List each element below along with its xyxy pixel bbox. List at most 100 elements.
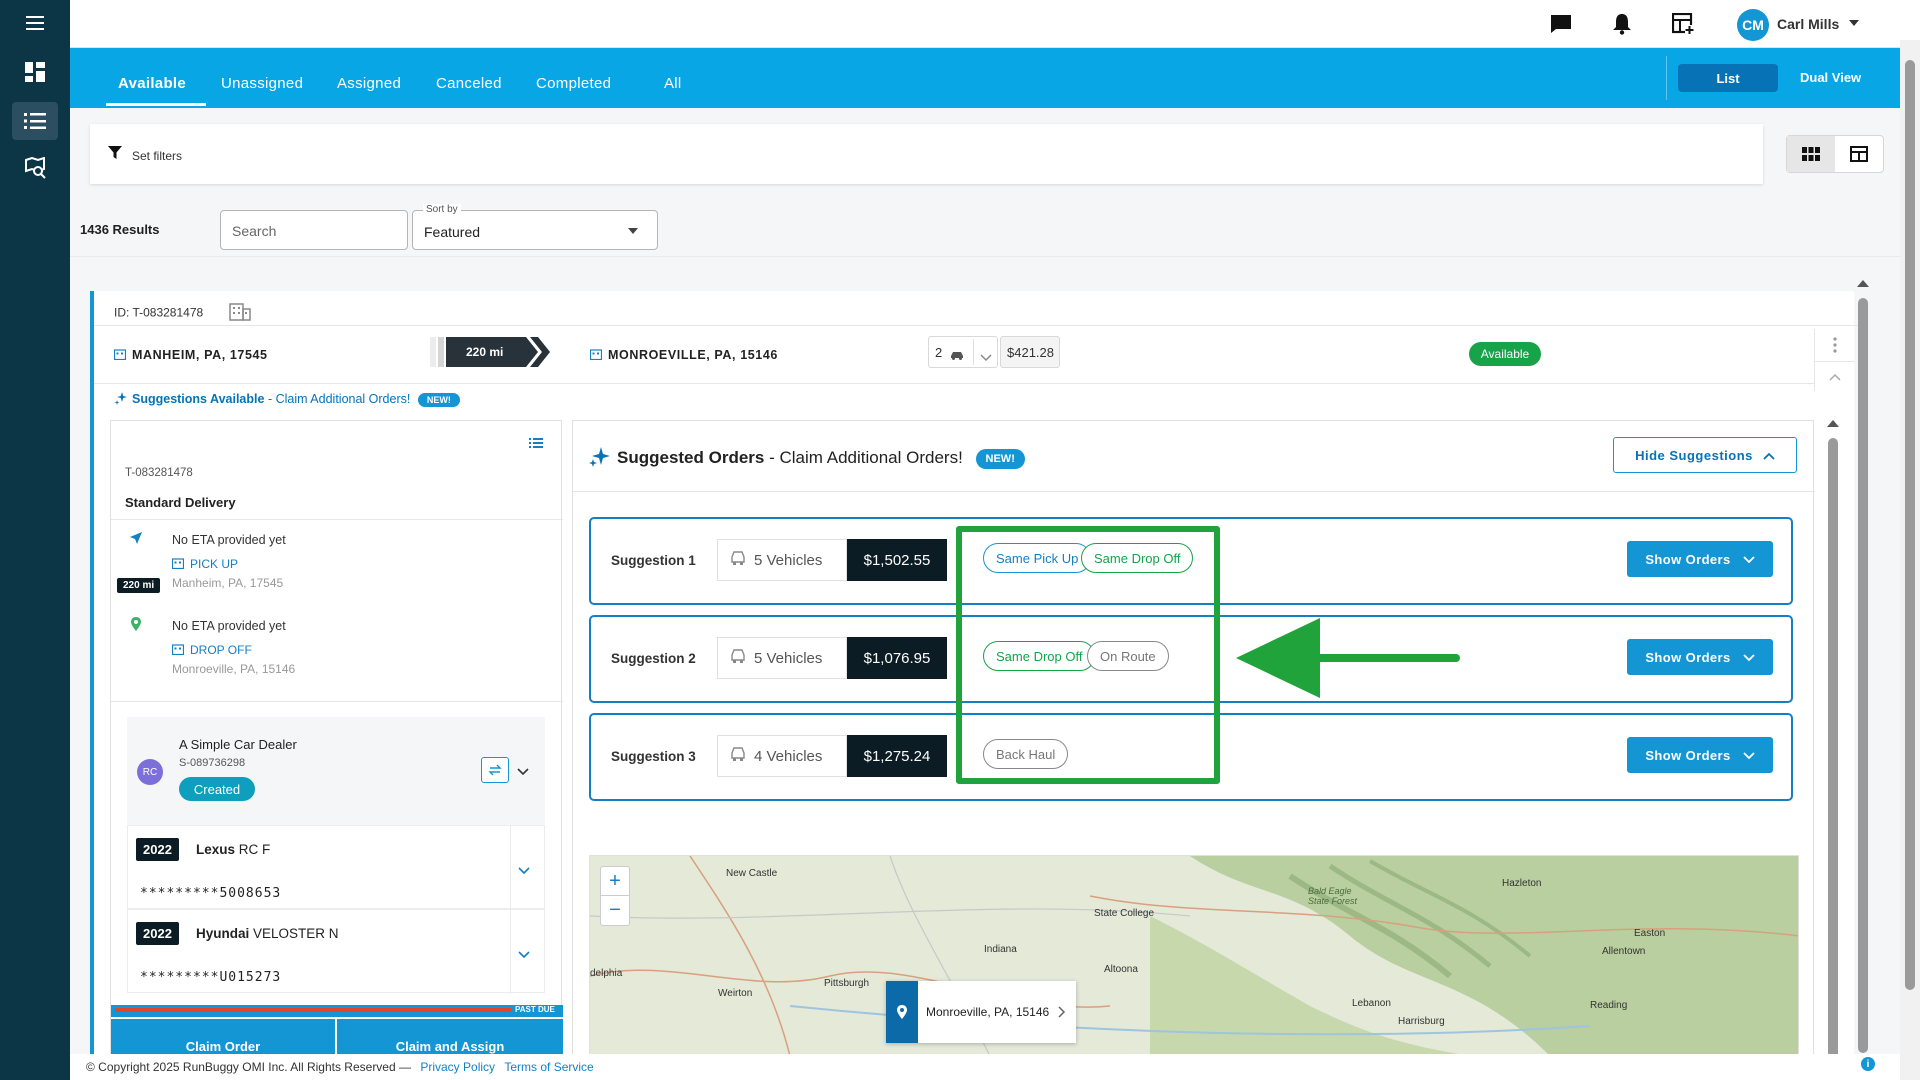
dealer-card: RC A Simple Car Dealer S-089736298 Creat… xyxy=(127,717,545,825)
menu-icon[interactable] xyxy=(12,4,58,42)
copyright-text: © Copyright 2025 RunBuggy OMI Inc. All R… xyxy=(86,1060,411,1074)
new-badge: NEW! xyxy=(975,448,1025,469)
tab-completed[interactable]: Completed xyxy=(536,75,611,92)
show-orders-button[interactable]: Show Orders xyxy=(1627,639,1773,675)
zoom-out-icon[interactable]: − xyxy=(601,896,629,925)
scroll-up-arrow-icon[interactable] xyxy=(1857,280,1869,287)
dashboard-icon[interactable] xyxy=(12,53,58,91)
chevron-down-icon[interactable] xyxy=(518,946,530,964)
dealer-name: A Simple Car Dealer xyxy=(179,737,297,752)
map-label: Reading xyxy=(1590,1000,1628,1011)
vehicle-qty-select[interactable]: 2 xyxy=(928,336,998,368)
pickup-link[interactable]: PICK UP xyxy=(171,557,238,572)
building-icon xyxy=(113,348,127,363)
table-view-icon[interactable] xyxy=(1835,136,1883,172)
navigation-arrow-icon xyxy=(129,531,143,550)
sort-label: Sort by xyxy=(423,204,461,215)
vehicle-count: 4 Vehicles xyxy=(717,735,847,777)
search-input[interactable]: Search xyxy=(220,210,408,250)
vehicle-make-model: Hyundai VELOSTER N xyxy=(196,926,339,941)
map-label: Harrisburg xyxy=(1398,1016,1445,1027)
vehicle-item[interactable]: 2022 Hyundai VELOSTER N *********U015273 xyxy=(127,909,545,994)
user-avatar[interactable]: CM xyxy=(1737,9,1769,41)
order-detail-panel: T-083281478 Standard Delivery No ETA pro… xyxy=(110,420,563,1067)
vehicle-item[interactable]: 2022 Lexus RC F *********5008653 xyxy=(127,825,545,910)
chevron-down-icon[interactable] xyxy=(518,862,530,880)
user-menu-caret-icon[interactable] xyxy=(1849,20,1859,26)
terms-of-service-link[interactable]: Terms of Service xyxy=(504,1060,593,1074)
chevron-down-icon xyxy=(980,349,992,367)
route-map[interactable]: + − New Castle State College Hazleton Ba… xyxy=(589,855,1799,1055)
vehicle-vin: *********U015273 xyxy=(140,970,282,985)
filter-icon xyxy=(108,146,122,165)
tab-canceled[interactable]: Canceled xyxy=(436,75,502,92)
new-badge: NEW! xyxy=(417,392,460,407)
map-location-tooltip[interactable]: Monroeville, PA, 15146 xyxy=(886,981,1076,1043)
dual-view-button[interactable]: Dual View xyxy=(1800,70,1861,85)
suggestions-available-banner[interactable]: Suggestions Available - Claim Additional… xyxy=(114,391,460,408)
show-orders-button[interactable]: Show Orders xyxy=(1627,541,1773,577)
sparkle-icon xyxy=(114,391,128,408)
map-label: Easton xyxy=(1634,928,1666,939)
vehicle-year: 2022 xyxy=(136,922,179,945)
grid-view-icon[interactable] xyxy=(1787,136,1835,172)
status-badge: Available xyxy=(1469,342,1541,366)
pickup-address: Manheim, PA, 17545 xyxy=(172,576,284,590)
route-distance: 220 mi xyxy=(430,335,570,374)
order-id: ID: T-083281478 xyxy=(114,305,204,320)
bell-icon[interactable] xyxy=(1610,12,1634,36)
tab-assigned[interactable]: Assigned xyxy=(337,75,401,92)
claim-additional-link[interactable]: - Claim Additional Orders! xyxy=(268,392,410,406)
info-icon[interactable]: i xyxy=(1861,1057,1875,1071)
scrollbar-thumb[interactable] xyxy=(1905,60,1915,990)
suggestions-scrollbar[interactable] xyxy=(1826,420,1840,1066)
list-scrollbar[interactable] xyxy=(1856,280,1870,1066)
dropoff-link[interactable]: DROP OFF xyxy=(171,643,252,658)
show-orders-button[interactable]: Show Orders xyxy=(1627,737,1773,773)
suggestion-amount: $1,076.95 xyxy=(847,637,947,679)
chat-icon[interactable] xyxy=(1549,12,1573,36)
map-search-icon[interactable] xyxy=(12,149,58,187)
filter-panel[interactable]: Set filters xyxy=(90,124,1763,184)
list-view-button[interactable]: List xyxy=(1678,64,1778,92)
divider xyxy=(70,256,1900,257)
list-menu-icon[interactable] xyxy=(521,431,551,455)
page-scrollbar[interactable] xyxy=(1900,40,1920,1080)
divider xyxy=(94,325,1858,326)
tab-unassigned[interactable]: Unassigned xyxy=(221,75,303,92)
vehicle-model: VELOSTER N xyxy=(253,926,339,941)
suggestions-available-label: Suggestions Available xyxy=(132,391,265,406)
scrollbar-thumb[interactable] xyxy=(1828,438,1838,1058)
chevron-down-icon[interactable] xyxy=(517,763,529,781)
distance-flag: 220 mi xyxy=(117,578,161,593)
layout-toggle xyxy=(1786,135,1884,173)
vehicle-count: 5 Vehicles xyxy=(717,539,847,581)
footer: © Copyright 2025 RunBuggy OMI Inc. All R… xyxy=(70,1054,1900,1080)
swap-icon[interactable] xyxy=(481,757,509,783)
scroll-up-arrow-icon[interactable] xyxy=(1827,420,1839,427)
map-label: New Castle xyxy=(726,868,778,879)
tab-available[interactable]: Available xyxy=(118,75,186,92)
dashboard-add-icon[interactable] xyxy=(1671,12,1695,36)
building-icon[interactable] xyxy=(228,303,251,324)
scrollbar-thumb[interactable] xyxy=(1858,298,1868,1053)
hide-suggestions-button[interactable]: Hide Suggestions xyxy=(1613,437,1797,473)
chevron-up-icon xyxy=(1763,448,1775,463)
dropoff-eta: No ETA provided yet xyxy=(172,619,286,633)
set-filters-label[interactable]: Set filters xyxy=(132,149,182,163)
collapse-chevron-up-icon[interactable] xyxy=(1814,361,1854,391)
kebab-menu-icon[interactable] xyxy=(1814,329,1854,361)
privacy-policy-link[interactable]: Privacy Policy xyxy=(420,1060,495,1074)
status-tab-bar: Available Unassigned Assigned Canceled C… xyxy=(70,48,1900,108)
distance-label: 220 mi xyxy=(466,345,504,359)
user-name[interactable]: Carl Mills xyxy=(1777,16,1839,32)
vehicle-make: Lexus xyxy=(196,842,236,857)
sparkle-icon xyxy=(589,445,611,472)
zoom-in-icon[interactable]: + xyxy=(601,867,629,896)
map-label: Hazleton xyxy=(1502,878,1542,889)
suggested-orders-header: Suggested Orders - Claim Additional Orde… xyxy=(589,445,1025,472)
tab-all[interactable]: All xyxy=(664,75,682,92)
vehicle-make-model: Lexus RC F xyxy=(196,842,270,857)
sort-select[interactable]: Sort by Featured xyxy=(412,204,658,250)
list-icon[interactable] xyxy=(12,102,58,140)
